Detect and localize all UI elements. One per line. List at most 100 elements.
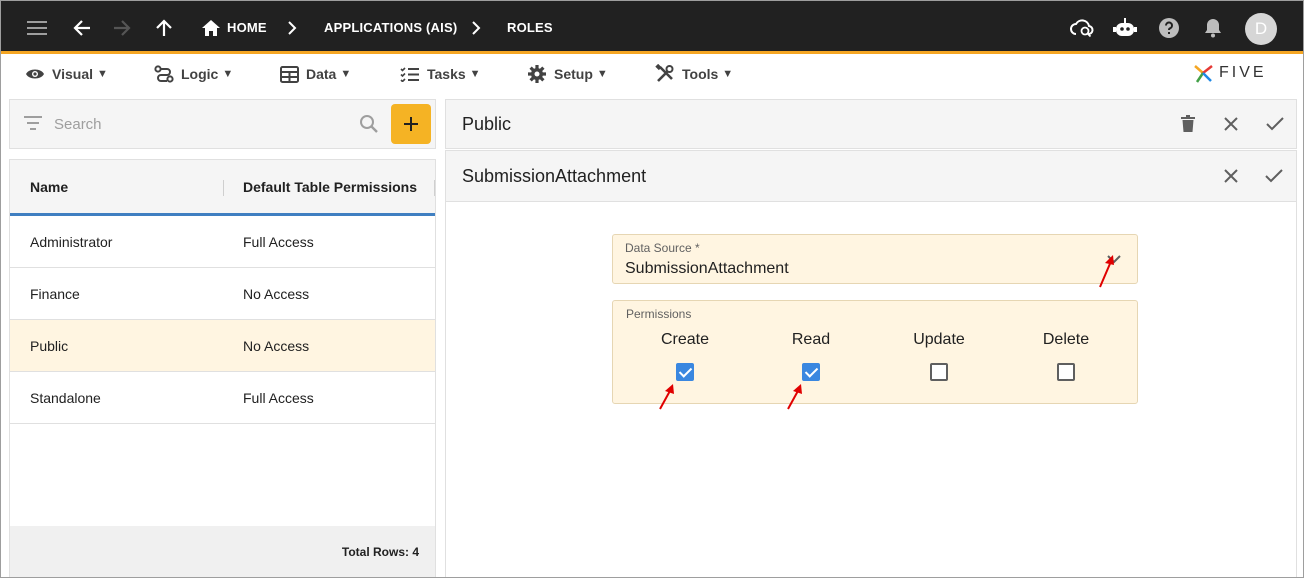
user-avatar[interactable]: D — [1245, 13, 1277, 45]
column-divider[interactable] — [434, 180, 435, 196]
record-header: Public — [445, 99, 1297, 149]
permission-read: Read — [766, 331, 856, 386]
five-logo-icon — [1194, 65, 1213, 83]
table-footer: Total Rows: 4 — [10, 526, 435, 577]
back-arrow-icon[interactable] — [69, 1, 95, 54]
up-arrow-icon[interactable] — [151, 1, 177, 54]
logo-text: FIVE — [1219, 64, 1267, 81]
close-icon[interactable] — [1216, 100, 1246, 148]
add-button[interactable] — [391, 104, 431, 144]
read-checkbox[interactable] — [802, 363, 820, 381]
menu-visual-label: Visual — [52, 66, 93, 82]
search-icon[interactable] — [359, 114, 379, 139]
close-icon[interactable] — [1216, 151, 1246, 201]
assistant-bot-icon[interactable] — [1111, 1, 1139, 54]
breadcrumb-roles[interactable]: ROLES — [507, 1, 553, 54]
total-rows: Total Rows: 4 — [341, 545, 419, 559]
caret-down-icon: ▼ — [97, 68, 108, 80]
annotation-arrow-icon — [659, 384, 674, 410]
data-source-value: SubmissionAttachment — [625, 260, 789, 277]
permission-update: Update — [894, 331, 984, 386]
menu-tasks-label: Tasks — [427, 66, 466, 82]
breadcrumb-home[interactable]: HOME — [227, 1, 267, 54]
search-input[interactable] — [54, 112, 344, 136]
permission-create: Create — [640, 331, 730, 386]
tools-icon — [655, 64, 674, 82]
column-divider[interactable] — [223, 180, 224, 196]
delete-checkbox[interactable] — [1057, 363, 1075, 381]
table-row[interactable]: Administrator Full Access — [10, 216, 435, 268]
menu-setup[interactable]: Setup ▼ — [527, 57, 608, 91]
confirm-check-icon[interactable] — [1260, 100, 1290, 148]
app-window: HOME APPLICATIONS (AIS) ROLES D Visual ▼ — [0, 0, 1304, 578]
subrecord-title: SubmissionAttachment — [462, 165, 647, 186]
data-source-label: Data Source * — [625, 241, 700, 255]
permission-delete: Delete — [1021, 331, 1111, 386]
caret-down-icon: ▼ — [469, 68, 481, 80]
table-icon — [280, 65, 299, 83]
caret-down-icon: ▼ — [222, 68, 234, 80]
record-title: Public — [462, 113, 512, 134]
annotation-arrow-icon — [1099, 255, 1114, 288]
subrecord-header: SubmissionAttachment — [445, 150, 1297, 202]
menu-setup-label: Setup — [554, 66, 593, 82]
menu-tools[interactable]: Tools ▼ — [655, 57, 733, 91]
forward-arrow-icon[interactable] — [109, 1, 135, 54]
table-row[interactable]: Standalone Full Access — [10, 372, 435, 424]
row-permission: No Access — [243, 285, 310, 302]
confirm-check-icon[interactable] — [1259, 151, 1289, 201]
notifications-bell-icon[interactable] — [1201, 1, 1225, 54]
row-name: Public — [30, 337, 69, 354]
search-bar — [9, 99, 436, 149]
top-app-bar: HOME APPLICATIONS (AIS) ROLES D — [1, 1, 1303, 54]
data-source-select[interactable]: Data Source * SubmissionAttachment — [612, 234, 1138, 284]
row-name: Administrator — [30, 233, 113, 250]
row-name: Standalone — [30, 389, 101, 406]
row-permission: No Access — [243, 337, 310, 354]
menu-logic[interactable]: Logic ▼ — [154, 57, 233, 91]
row-permission: Full Access — [243, 389, 314, 406]
row-name: Finance — [30, 285, 80, 302]
delete-icon[interactable] — [1173, 100, 1203, 148]
caret-down-icon: ▼ — [722, 68, 734, 80]
gear-icon — [528, 65, 546, 83]
permission-update-label: Update — [913, 331, 965, 348]
permissions-group: Permissions Create Read Update Delete — [612, 300, 1138, 404]
hamburger-menu-icon[interactable] — [23, 1, 51, 54]
caret-down-icon: ▼ — [596, 68, 608, 80]
permission-create-label: Create — [660, 331, 710, 348]
create-checkbox[interactable] — [676, 363, 694, 381]
menu-visual[interactable]: Visual ▼ — [25, 57, 108, 91]
breadcrumb-applications[interactable]: APPLICATIONS (AIS) — [324, 1, 457, 54]
help-icon[interactable] — [1157, 1, 1181, 54]
five-logo: FIVE — [1193, 59, 1267, 87]
roles-table: Name Default Table Permissions Administr… — [9, 159, 436, 577]
menu-tasks[interactable]: Tasks ▼ — [400, 57, 481, 91]
menu-tools-label: Tools — [682, 66, 719, 82]
tasks-icon — [400, 67, 419, 82]
caret-down-icon: ▼ — [340, 68, 352, 80]
table-row[interactable]: Finance No Access — [10, 268, 435, 320]
update-checkbox[interactable] — [930, 363, 948, 381]
cloud-sync-icon[interactable] — [1069, 1, 1095, 54]
row-permission: Full Access — [243, 233, 314, 250]
permission-delete-label: Delete — [1042, 331, 1090, 348]
column-header-permissions[interactable]: Default Table Permissions — [243, 160, 417, 213]
menu-data[interactable]: Data ▼ — [280, 57, 351, 91]
logic-icon — [154, 65, 174, 83]
table-row-selected[interactable]: Public No Access — [10, 320, 435, 372]
chevron-right-icon — [287, 1, 297, 54]
plus-icon — [404, 117, 418, 131]
table-header: Name Default Table Permissions — [10, 160, 435, 216]
filter-icon[interactable] — [24, 116, 42, 135]
menu-data-label: Data — [306, 66, 337, 82]
menu-logic-label: Logic — [181, 66, 219, 82]
chevron-right-icon — [471, 1, 481, 54]
menu-bar: Visual ▼ Logic ▼ Data ▼ Tasks ▼ Setup ▼ Tools… — [1, 57, 1303, 91]
home-icon[interactable] — [201, 1, 221, 54]
permissions-label: Permissions — [626, 307, 692, 321]
eye-icon — [26, 69, 44, 79]
column-header-name[interactable]: Name — [30, 160, 68, 213]
permission-read-label: Read — [791, 331, 831, 348]
annotation-arrow-icon — [787, 384, 802, 410]
